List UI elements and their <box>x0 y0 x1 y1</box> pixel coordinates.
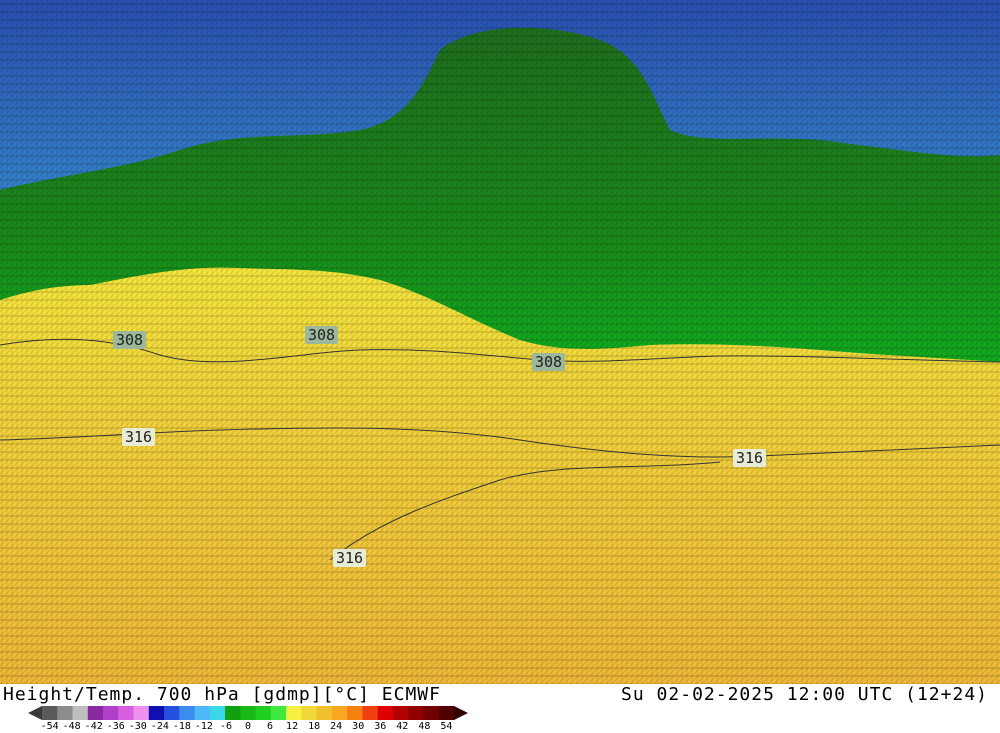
scale-swatch <box>179 706 196 720</box>
contour-label: 308 <box>305 326 339 344</box>
contour-label: 308 <box>113 331 147 349</box>
scale-tick-label: -12 <box>194 721 213 732</box>
contour-label: 316 <box>333 549 367 567</box>
scale-swatch <box>72 706 89 720</box>
scale-swatch <box>392 706 409 720</box>
scale-tick-label: 6 <box>267 721 274 732</box>
scale-swatch <box>57 706 74 720</box>
scale-swatch <box>164 706 180 720</box>
scale-swatch <box>270 706 287 720</box>
scale-swatch <box>42 706 58 720</box>
scale-swatch <box>362 706 379 720</box>
scale-tick-label: 30 <box>352 721 365 732</box>
scale-tick-label: 12 <box>286 721 299 732</box>
color-scale-bar <box>28 706 468 720</box>
contour-label: 308 <box>532 353 566 371</box>
map-footer: Height/Temp. 700 hPa [gdmp][°C] ECMWF Su… <box>0 684 1000 733</box>
scale-swatch <box>103 706 119 720</box>
scale-tick-label: 54 <box>440 721 453 732</box>
scale-swatch <box>209 706 226 720</box>
scale-swatch <box>148 706 165 720</box>
scale-swatch <box>331 706 348 720</box>
scale-swatch <box>423 706 440 720</box>
scale-tick-label: -36 <box>106 721 125 732</box>
scale-tick-label: 18 <box>308 721 321 732</box>
scale-tick-label: -30 <box>128 721 147 732</box>
scale-swatch <box>225 706 241 720</box>
scale-swatch <box>347 706 363 720</box>
contour-label: 316 <box>733 449 767 467</box>
map-title: Height/Temp. 700 hPa [gdmp][°C] ECMWF <box>3 684 441 705</box>
valid-time: Su 02-02-2025 12:00 UTC (12+24) <box>621 684 988 705</box>
scale-swatch <box>133 706 150 720</box>
scale-tick-label: -18 <box>172 721 191 732</box>
scale-swatch <box>377 706 394 720</box>
scale-swatch <box>301 706 318 720</box>
scale-tick-label: -48 <box>62 721 81 732</box>
scale-arrow-right <box>454 706 468 720</box>
scale-tick-label: 48 <box>418 721 431 732</box>
scale-tick-label: 36 <box>374 721 387 732</box>
scale-swatch <box>408 706 424 720</box>
scale-swatch <box>255 706 272 720</box>
contour-label: 316 <box>122 428 156 446</box>
scale-arrow-left <box>28 706 42 720</box>
color-scale-ticks: -54 -48 -42 -36 -30 -24 -18 -12 -6 0 6 12 18 24 30 36 42… <box>0 721 470 733</box>
scale-swatch <box>438 706 455 720</box>
scale-tick-label: -24 <box>150 721 169 732</box>
scale-swatch <box>87 706 104 720</box>
temperature-field <box>0 0 1000 684</box>
scale-swatch <box>316 706 333 720</box>
scale-tick-label: 24 <box>330 721 343 732</box>
scale-swatch <box>194 706 211 720</box>
scale-tick-label: -54 <box>40 721 59 732</box>
scale-tick-label: -42 <box>84 721 103 732</box>
scale-swatch <box>240 706 257 720</box>
scale-tick-label: 0 <box>244 721 252 732</box>
scale-tick-label: -6 <box>219 721 232 732</box>
hatch-texture <box>0 0 1000 684</box>
scale-swatch <box>286 706 302 720</box>
scale-tick-label: 42 <box>396 721 409 732</box>
scale-swatch <box>118 706 135 720</box>
weather-map: 308 308 308 316 316 316 <box>0 0 1000 684</box>
